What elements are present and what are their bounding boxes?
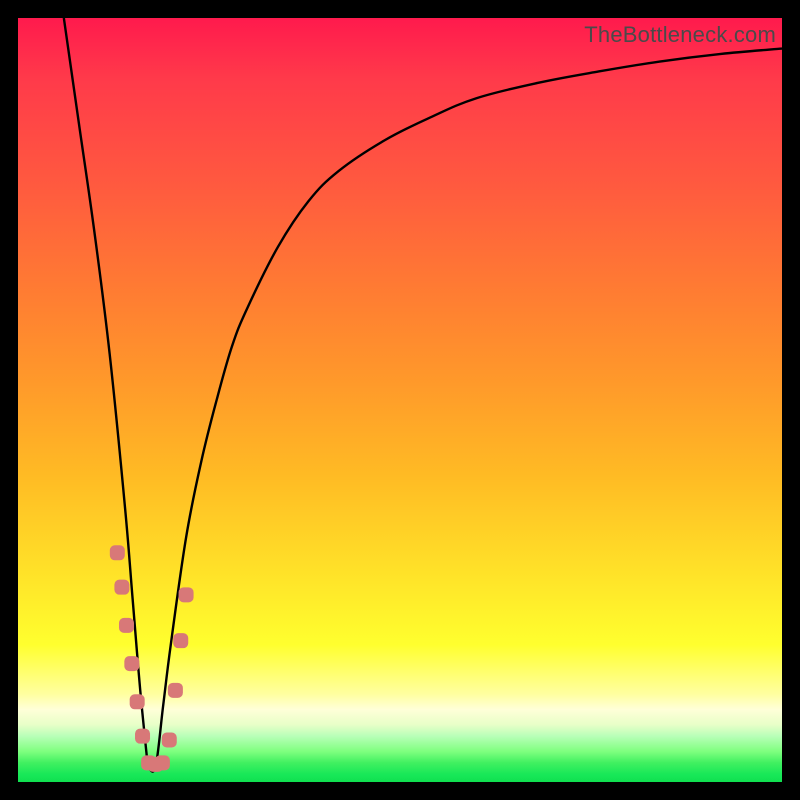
data-marker [173, 633, 188, 648]
data-marker [130, 694, 145, 709]
chart-stage: TheBottleneck.com [0, 0, 800, 800]
data-marker [135, 729, 150, 744]
data-marker [155, 755, 170, 770]
plot-area: TheBottleneck.com [18, 18, 782, 782]
data-marker [110, 545, 125, 560]
data-marker [124, 656, 139, 671]
markers-layer [18, 18, 782, 782]
data-marker [168, 683, 183, 698]
watermark-text: TheBottleneck.com [584, 22, 776, 48]
data-marker [162, 732, 177, 747]
data-marker [179, 587, 194, 602]
data-marker [119, 618, 134, 633]
data-marker [114, 580, 129, 595]
markers-group [110, 545, 194, 772]
